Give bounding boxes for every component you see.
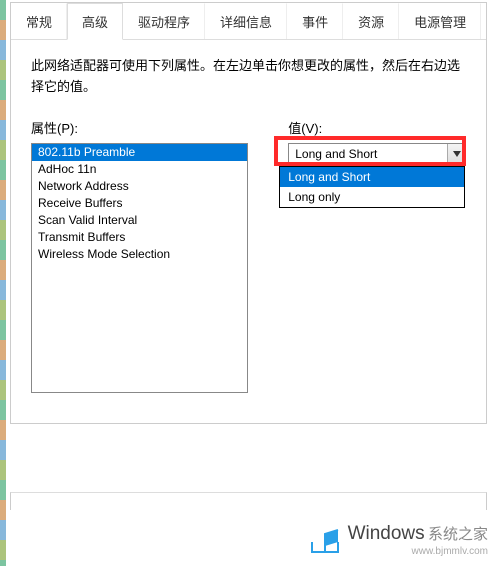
list-item[interactable]: 802.11b Preamble <box>32 144 247 161</box>
chevron-down-icon <box>453 151 461 157</box>
description-text: 此网络适配器可使用下列属性。在左边单击你想更改的属性，然后在右边选择它的值。 <box>11 40 486 106</box>
value-label: 值(V): <box>288 118 466 137</box>
value-dropdown[interactable]: Long and Short Long and Short Long only <box>288 143 466 165</box>
property-column: 属性(P): 802.11b Preamble AdHoc 11n Networ… <box>31 118 248 393</box>
property-label: 属性(P): <box>31 118 248 137</box>
list-item[interactable]: Transmit Buffers <box>32 229 247 246</box>
watermark-brand: Windows <box>348 523 425 544</box>
list-item[interactable]: Network Address <box>32 178 247 195</box>
tab-events[interactable]: 事件 <box>287 3 343 39</box>
decorative-left-strip <box>0 0 6 566</box>
dropdown-option[interactable]: Long only <box>280 187 464 207</box>
watermark: Windows 系统之家 www.bjmmlv.com <box>308 522 488 556</box>
watermark-url: www.bjmmlv.com <box>412 546 488 557</box>
dropdown-arrow-button[interactable] <box>447 144 465 164</box>
tab-driver[interactable]: 驱动程序 <box>123 3 205 39</box>
list-item[interactable]: Wireless Mode Selection <box>32 246 247 263</box>
property-listbox[interactable]: 802.11b Preamble AdHoc 11n Network Addre… <box>31 143 248 393</box>
windows-logo-icon <box>308 522 342 556</box>
tab-strip: 常规 高级 驱动程序 详细信息 事件 资源 电源管理 <box>11 3 486 40</box>
list-item[interactable]: Scan Valid Interval <box>32 212 247 229</box>
tab-resources[interactable]: 资源 <box>343 3 399 39</box>
content-area: 属性(P): 802.11b Preamble AdHoc 11n Networ… <box>11 106 486 413</box>
watermark-sub: 系统之家 <box>428 526 488 543</box>
dropdown-display: Long and Short <box>289 144 447 164</box>
watermark-text: Windows 系统之家 www.bjmmlv.com <box>348 523 488 555</box>
tab-power[interactable]: 电源管理 <box>399 3 481 39</box>
list-item[interactable]: AdHoc 11n <box>32 161 247 178</box>
value-column: 值(V): Long and Short Long and Short Long… <box>288 118 466 393</box>
dropdown-option[interactable]: Long and Short <box>280 167 464 187</box>
tab-general[interactable]: 常规 <box>11 3 67 39</box>
properties-dialog: 常规 高级 驱动程序 详细信息 事件 资源 电源管理 此网络适配器可使用下列属性… <box>10 2 487 424</box>
dropdown-list[interactable]: Long and Short Long only <box>279 166 465 208</box>
tab-details[interactable]: 详细信息 <box>205 3 287 39</box>
list-item[interactable]: Receive Buffers <box>32 195 247 212</box>
tab-advanced[interactable]: 高级 <box>67 3 123 40</box>
